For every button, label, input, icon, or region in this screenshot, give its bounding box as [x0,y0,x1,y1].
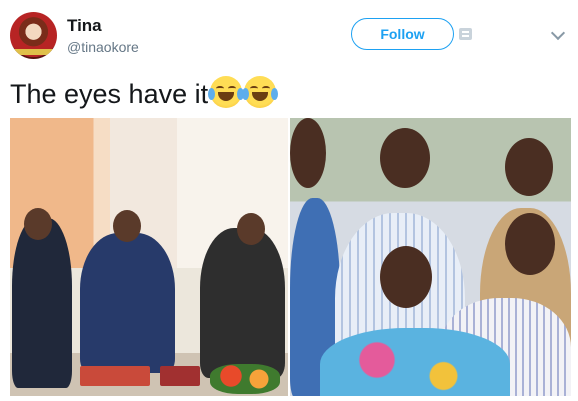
translate-icon[interactable] [459,28,472,40]
user-display-name[interactable]: Tina [67,16,102,36]
tweet-text: The eyes have it [10,76,279,110]
user-handle[interactable]: @tinaokore [67,39,139,55]
tweet-photo-right[interactable] [290,118,571,396]
avatar[interactable] [10,12,57,59]
tweet-text-content: The eyes have it [10,79,209,109]
face-with-tears-of-joy-icon [208,76,245,108]
tweet-photo-left[interactable] [10,118,288,396]
chevron-down-icon[interactable] [550,25,566,41]
face-with-tears-of-joy-icon [242,76,279,108]
follow-button[interactable]: Follow [351,18,454,50]
